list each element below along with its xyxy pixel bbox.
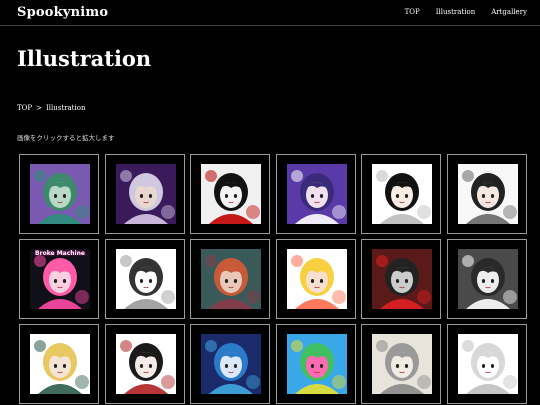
- page-title: Illustration: [17, 46, 152, 71]
- gallery-item[interactable]: [275, 154, 356, 234]
- breadcrumb-top[interactable]: TOP: [17, 104, 32, 112]
- illustration-thumbnail[interactable]: [372, 249, 432, 309]
- illustration-thumbnail[interactable]: [115, 249, 176, 309]
- gallery-item[interactable]: [104, 154, 185, 234]
- illustration-thumbnail[interactable]: Broke Machine: [30, 249, 90, 309]
- breadcrumb-current: Illustration: [46, 104, 86, 112]
- illustration-thumbnail[interactable]: [457, 334, 518, 394]
- illustration-thumbnail[interactable]: [286, 249, 347, 309]
- illustration-thumbnail[interactable]: [115, 164, 176, 224]
- thumbnail-caption: Broke Machine: [35, 250, 85, 257]
- gallery-item[interactable]: [190, 324, 270, 404]
- gallery-item[interactable]: [104, 324, 185, 404]
- site-header: Spookynimo TOP Illustration Artgallery: [0, 0, 540, 25]
- gallery-item[interactable]: [361, 324, 441, 404]
- header-divider: [0, 25, 540, 26]
- gallery-item[interactable]: [190, 154, 270, 234]
- main-nav: TOP Illustration Artgallery: [389, 8, 527, 16]
- gallery-item[interactable]: [275, 324, 356, 404]
- chevron-right-icon: >: [36, 104, 42, 112]
- gallery-item[interactable]: [19, 154, 99, 234]
- gallery-item[interactable]: [275, 239, 356, 319]
- illustration-thumbnail[interactable]: [286, 334, 347, 394]
- illustration-thumbnail[interactable]: [201, 164, 261, 224]
- illustration-thumbnail[interactable]: [372, 334, 432, 394]
- nav-illustration[interactable]: Illustration: [436, 8, 475, 16]
- gallery-item[interactable]: [446, 324, 527, 404]
- illustration-thumbnail[interactable]: [30, 334, 90, 394]
- gallery-item[interactable]: [361, 239, 441, 319]
- gallery-item[interactable]: [446, 154, 527, 234]
- gallery-item[interactable]: [190, 239, 270, 319]
- illustration-thumbnail[interactable]: [30, 164, 90, 224]
- gallery-item[interactable]: Broke Machine: [19, 239, 99, 319]
- breadcrumb: TOP > Illustration: [17, 104, 85, 112]
- illustration-thumbnail[interactable]: [457, 249, 518, 309]
- nav-top[interactable]: TOP: [405, 8, 420, 16]
- site-logo[interactable]: Spookynimo: [17, 5, 108, 20]
- illustration-thumbnail[interactable]: [201, 334, 261, 394]
- nav-artgallery[interactable]: Artgallery: [491, 8, 527, 16]
- illustration-thumbnail[interactable]: [457, 164, 518, 224]
- gallery-item[interactable]: [361, 154, 441, 234]
- illustration-thumbnail[interactable]: [286, 164, 347, 224]
- gallery-item[interactable]: [19, 324, 99, 404]
- gallery-item[interactable]: [446, 239, 527, 319]
- illustration-thumbnail[interactable]: [115, 334, 176, 394]
- gallery-hint: 画像をクリックすると拡大します: [17, 134, 115, 142]
- illustration-thumbnail[interactable]: [201, 249, 261, 309]
- gallery-item[interactable]: [104, 239, 185, 319]
- illustration-thumbnail[interactable]: [372, 164, 432, 224]
